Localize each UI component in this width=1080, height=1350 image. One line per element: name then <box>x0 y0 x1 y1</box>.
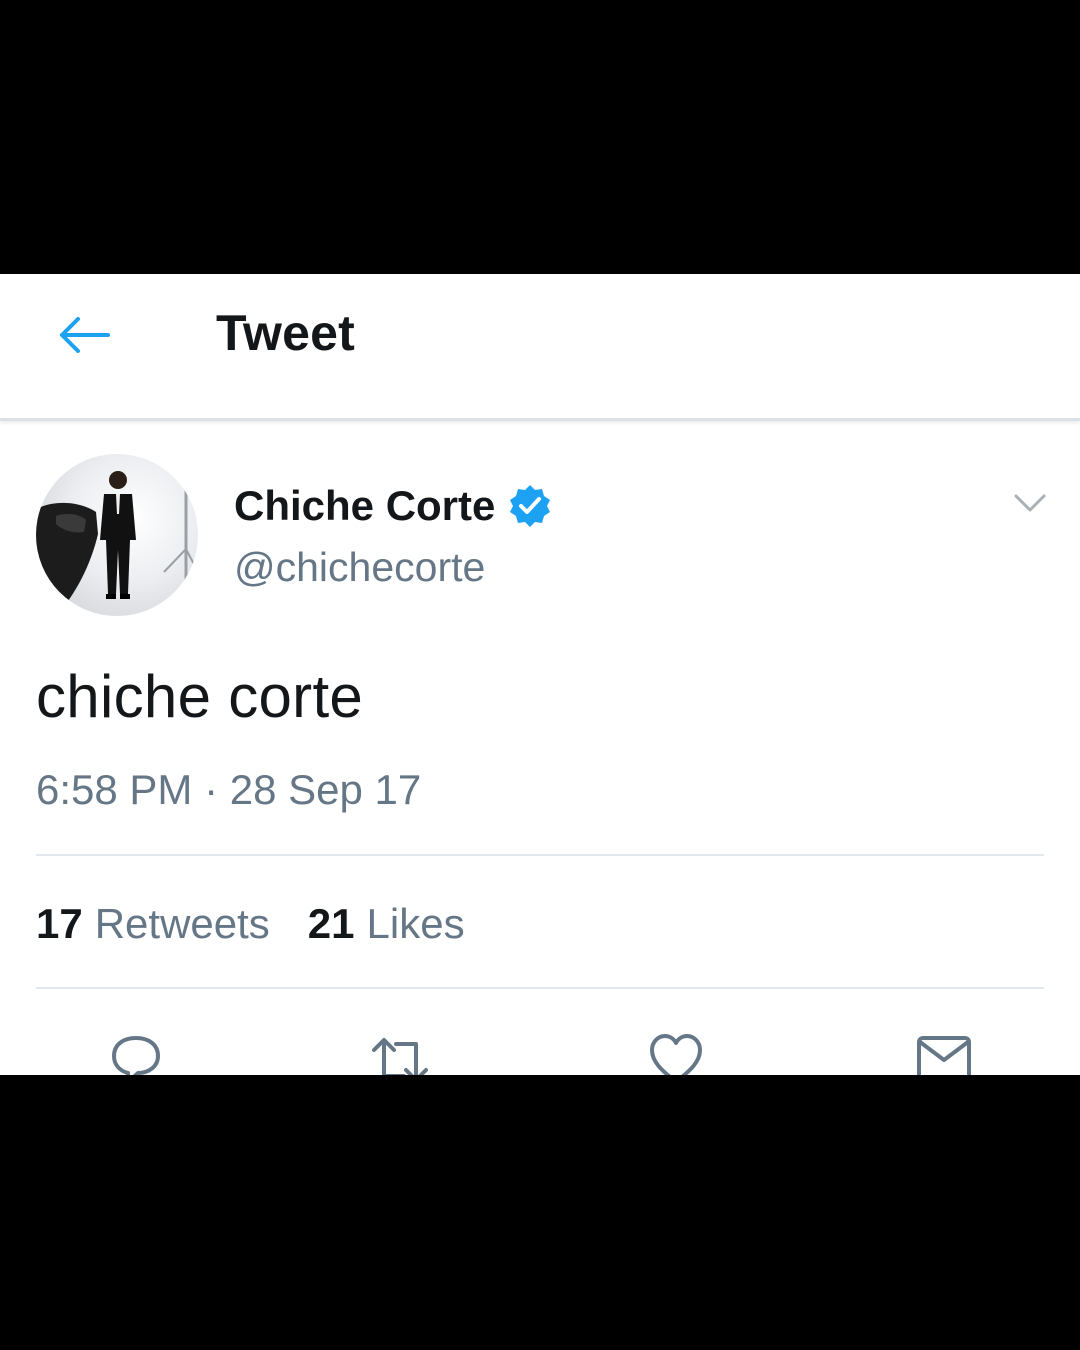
author-display-name: Chiche Corte <box>234 482 496 529</box>
like-icon <box>650 1034 702 1075</box>
letterbox-top <box>0 0 1080 274</box>
like-button[interactable] <box>644 1030 708 1075</box>
tweet-timestamp[interactable]: 6:58 PM · 28 Sep 17 <box>36 766 421 814</box>
avatar-photo <box>36 471 198 616</box>
likes-count: 21 <box>307 900 355 947</box>
direct-message-button[interactable] <box>912 1030 976 1075</box>
tweet-screen: Tweet Chiche Corte @chichecorte chiche c… <box>0 274 1080 1075</box>
arrow-left-icon <box>60 317 110 353</box>
page-title: Tweet <box>216 305 355 361</box>
avatar[interactable] <box>36 454 198 616</box>
retweets-label: Retweets <box>94 900 270 947</box>
author-handle[interactable]: @chichecorte <box>234 544 485 591</box>
verified-badge-icon <box>510 485 551 527</box>
retweet-button[interactable] <box>368 1030 432 1075</box>
reply-button[interactable] <box>104 1030 168 1075</box>
back-button[interactable] <box>52 310 116 360</box>
reply-icon <box>112 1036 160 1075</box>
tweet-text: chiche corte <box>36 663 364 730</box>
retweet-icon <box>372 1038 428 1075</box>
chevron-down-icon[interactable] <box>1008 480 1052 524</box>
likes-stat[interactable]: 21 Likes <box>308 900 465 948</box>
tweet-stats: 17 Retweets 21 Likes <box>36 900 465 948</box>
likes-label: Likes <box>366 900 465 947</box>
retweets-count: 17 <box>36 900 83 947</box>
app-header: Tweet <box>0 274 1080 421</box>
letterbox-bottom <box>0 1075 1080 1350</box>
retweets-stat[interactable]: 17 Retweets <box>36 900 270 948</box>
divider <box>36 854 1044 856</box>
divider <box>36 987 1044 989</box>
direct-message-icon <box>917 1036 971 1075</box>
author-name-row[interactable]: Chiche Corte <box>234 482 553 530</box>
